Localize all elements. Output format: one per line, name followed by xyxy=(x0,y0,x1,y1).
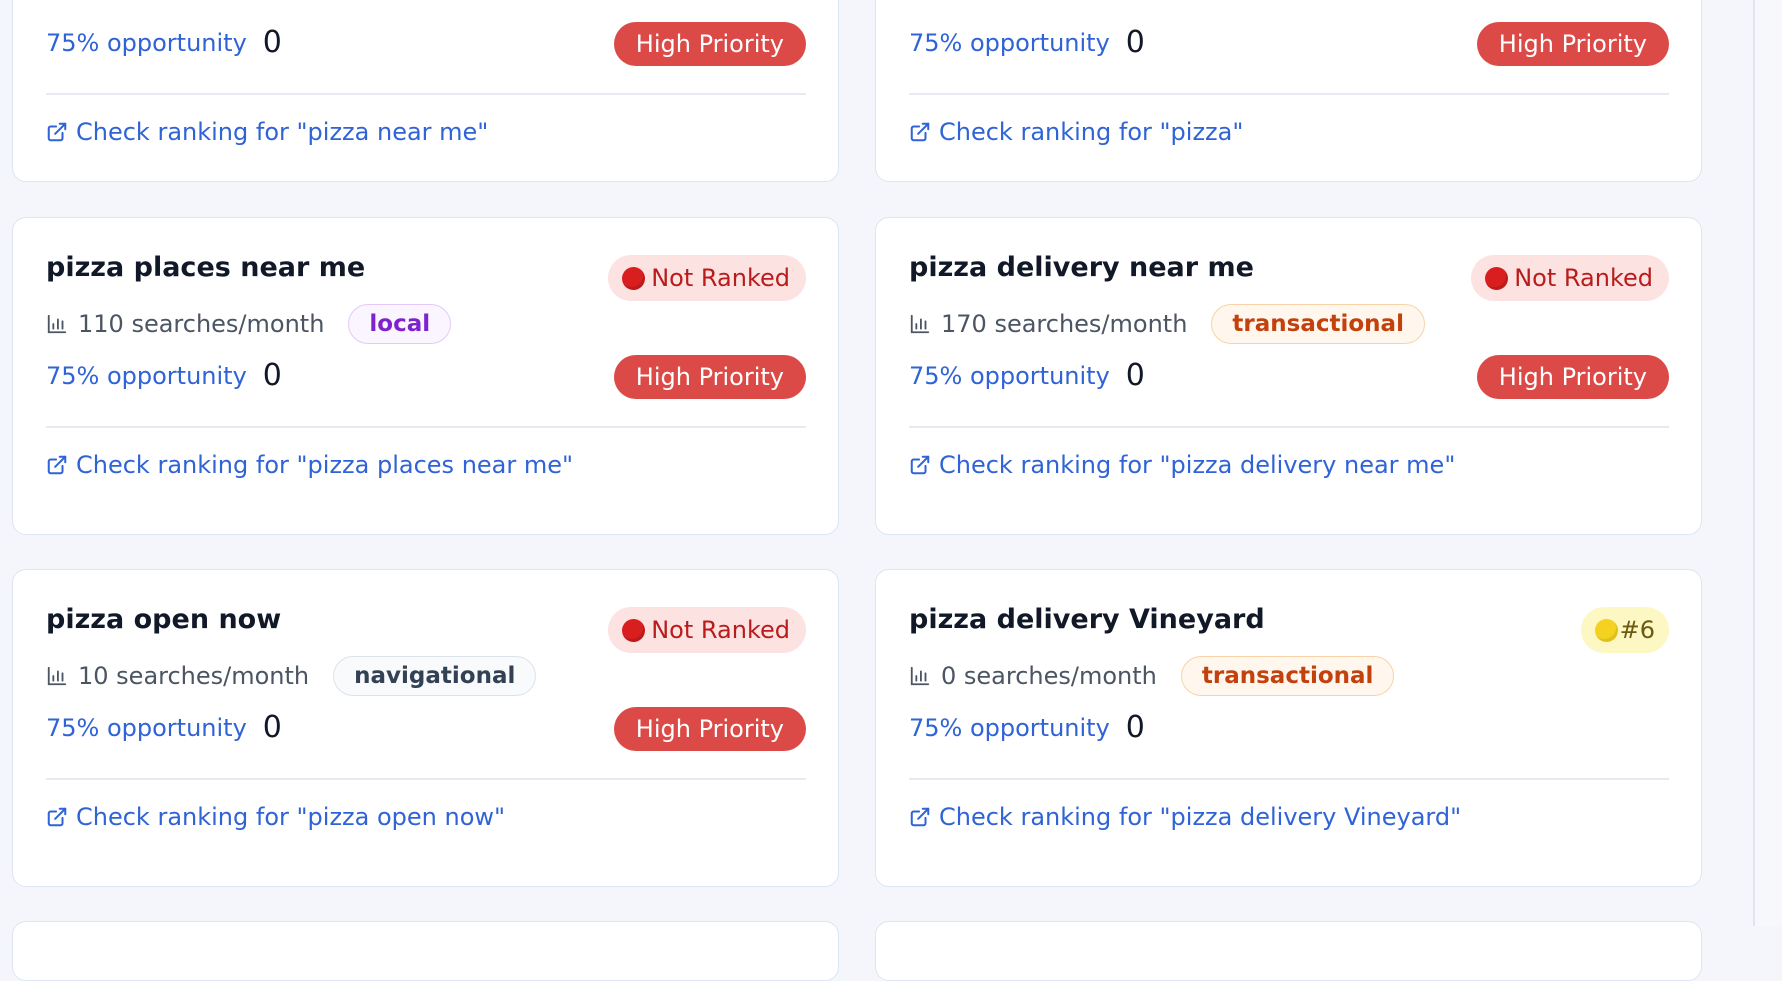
external-link-icon xyxy=(47,807,67,827)
check-ranking-label: Check ranking for "pizza near me" xyxy=(76,118,489,146)
external-link-icon xyxy=(910,807,930,827)
opportunity-label: 75% opportunity xyxy=(46,361,247,390)
opportunity-row: 75% opportunity 0 xyxy=(46,25,282,60)
opportunity-row: 75% opportunity 0 xyxy=(909,358,1145,393)
keyword-card-pizza-places-near-me: pizza places near me Not Ranked 110 sear… xyxy=(12,217,839,535)
rank-label: Not Ranked xyxy=(1514,264,1653,292)
score-value: 0 xyxy=(1125,358,1145,393)
check-ranking-link[interactable]: Check ranking for "pizza open now" xyxy=(46,803,505,831)
rank-label: #6 xyxy=(1619,616,1655,644)
opportunity-label: 75% opportunity xyxy=(46,28,247,57)
rank-badge: Not Ranked xyxy=(608,255,806,301)
keyword-meta: 10 searches/month navigational xyxy=(46,656,537,696)
search-volume: 10 searches/month xyxy=(78,662,310,690)
red-circle-icon xyxy=(622,618,646,642)
keyword-card-pizza-open-now: pizza open now Not Ranked 10 searches/mo… xyxy=(12,569,839,887)
vertical-scrollbar[interactable] xyxy=(1753,0,1782,926)
rank-badge: Not Ranked xyxy=(1471,255,1669,301)
score-value: 0 xyxy=(262,710,282,745)
score-value: 0 xyxy=(1125,25,1145,60)
keyword-meta: 110 searches/month local xyxy=(46,304,452,344)
rank-badge: Not Ranked xyxy=(608,607,806,653)
opportunity-label: 75% opportunity xyxy=(909,713,1110,742)
opportunity-row: 75% opportunity 0 xyxy=(909,25,1145,60)
priority-badge: High Priority xyxy=(613,355,806,399)
keyword-title: pizza delivery Vineyard xyxy=(909,604,1265,635)
score-value: 0 xyxy=(1125,710,1145,745)
priority-badge: High Priority xyxy=(613,707,806,751)
card-divider xyxy=(909,93,1669,95)
check-ranking-label: Check ranking for "pizza" xyxy=(939,118,1244,146)
check-ranking-link[interactable]: Check ranking for "pizza" xyxy=(909,118,1243,146)
keyword-card-next-right xyxy=(875,921,1702,981)
opportunity-label: 75% opportunity xyxy=(46,713,247,742)
intent-tag: local xyxy=(348,304,452,344)
card-divider xyxy=(46,778,806,780)
check-ranking-label: Check ranking for "pizza open now" xyxy=(76,803,506,831)
check-ranking-label: Check ranking for "pizza delivery Vineya… xyxy=(939,803,1462,831)
external-link-icon xyxy=(47,122,67,142)
intent-tag: transactional xyxy=(1180,656,1395,696)
keyword-title: pizza places near me xyxy=(46,252,366,283)
keyword-title: pizza delivery near me xyxy=(909,252,1254,283)
priority-badge: High Priority xyxy=(1476,355,1669,399)
card-divider xyxy=(46,93,806,95)
bar-chart-icon xyxy=(910,314,930,334)
external-link-icon xyxy=(910,455,930,475)
opportunity-row: 75% opportunity 0 xyxy=(46,710,282,745)
bar-chart-icon xyxy=(47,314,67,334)
check-ranking-label: Check ranking for "pizza delivery near m… xyxy=(939,451,1456,479)
score-value: 0 xyxy=(262,358,282,393)
opportunity-label: 75% opportunity xyxy=(909,28,1110,57)
keyword-card-pizza-near-me: 75% opportunity 0 High Priority Check ra… xyxy=(12,0,839,182)
rank-badge: #6 xyxy=(1580,607,1669,653)
check-ranking-link[interactable]: Check ranking for "pizza near me" xyxy=(46,118,488,146)
card-divider xyxy=(909,426,1669,428)
check-ranking-link[interactable]: Check ranking for "pizza delivery near m… xyxy=(909,451,1455,479)
score-value: 0 xyxy=(262,25,282,60)
opportunity-row: 75% opportunity 0 xyxy=(46,358,282,393)
check-ranking-label: Check ranking for "pizza places near me" xyxy=(76,451,574,479)
check-ranking-link[interactable]: Check ranking for "pizza places near me" xyxy=(46,451,573,479)
keyword-card-pizza: 75% opportunity 0 High Priority Check ra… xyxy=(875,0,1702,182)
keyword-title: pizza open now xyxy=(46,604,282,635)
intent-tag: transactional xyxy=(1211,304,1425,344)
card-divider xyxy=(46,426,806,428)
keyword-meta: 0 searches/month transactional xyxy=(909,656,1395,696)
red-circle-icon xyxy=(1485,266,1509,290)
red-circle-icon xyxy=(622,266,646,290)
rank-label: Not Ranked xyxy=(651,264,790,292)
keyword-card-pizza-delivery-near-me: pizza delivery near me Not Ranked 170 se… xyxy=(875,217,1702,535)
bar-chart-icon xyxy=(910,666,930,686)
external-link-icon xyxy=(910,122,930,142)
opportunity-label: 75% opportunity xyxy=(909,361,1110,390)
priority-badge: High Priority xyxy=(1476,22,1669,66)
keyword-meta: 170 searches/month transactional xyxy=(909,304,1425,344)
search-volume: 0 searches/month xyxy=(941,662,1157,690)
priority-badge: High Priority xyxy=(613,22,806,66)
search-volume: 110 searches/month xyxy=(78,310,325,338)
check-ranking-link[interactable]: Check ranking for "pizza delivery Vineya… xyxy=(909,803,1461,831)
external-link-icon xyxy=(47,455,67,475)
rank-label: Not Ranked xyxy=(651,616,790,644)
card-divider xyxy=(909,778,1669,780)
opportunity-row: 75% opportunity 0 xyxy=(909,710,1145,745)
bar-chart-icon xyxy=(47,666,67,686)
yellow-circle-icon xyxy=(1594,618,1618,642)
keyword-card-pizza-delivery-vineyard: pizza delivery Vineyard #6 0 searches/mo… xyxy=(875,569,1702,887)
search-volume: 170 searches/month xyxy=(941,310,1188,338)
intent-tag: navigational xyxy=(333,656,537,696)
keyword-card-next-left xyxy=(12,921,839,981)
